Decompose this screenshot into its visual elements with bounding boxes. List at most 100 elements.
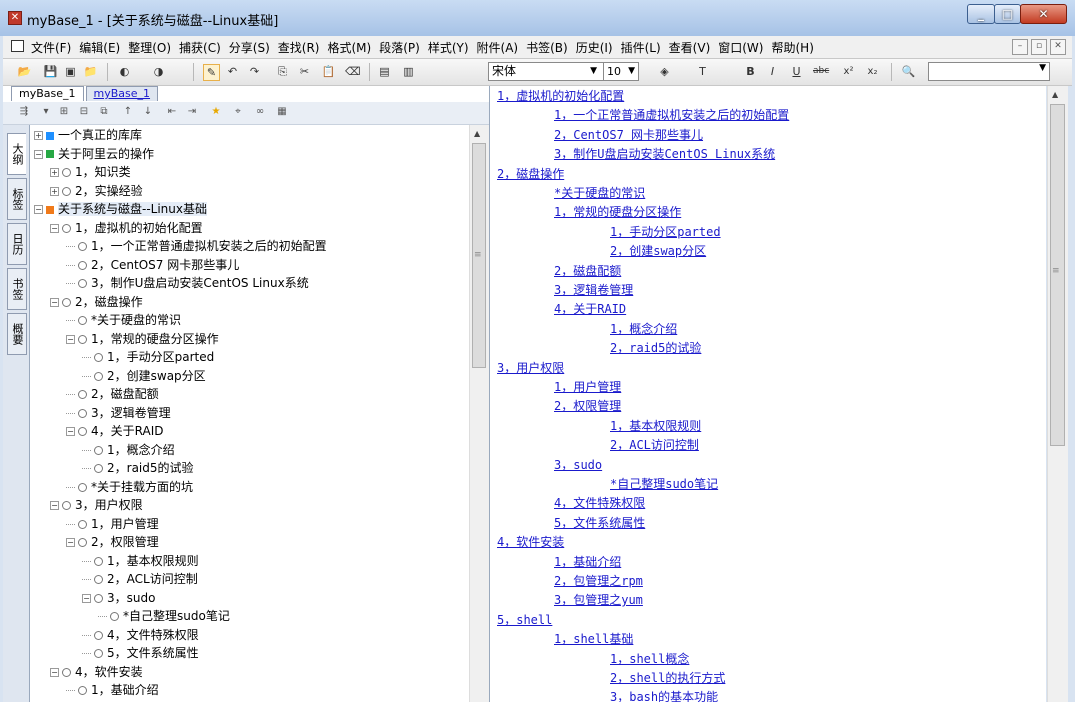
tree-node[interactable]: 4，文件特殊权限 [82, 626, 199, 644]
tree-node[interactable]: − 1，常规的硬盘分区操作 [66, 330, 219, 348]
menu-item[interactable]: 段落(P) [379, 39, 420, 56]
expand-icon[interactable]: + [50, 186, 59, 196]
panel-icon[interactable]: ▥ [401, 64, 416, 79]
side-tab[interactable]: 标签 [7, 178, 27, 220]
tree-node[interactable]: *关于硬盘的常识 [66, 311, 181, 329]
content-link[interactable]: 4，软件安装 [497, 533, 564, 551]
tree-node[interactable]: 1，一个正常普通虚拟机安装之后的初始配置 [66, 237, 327, 255]
side-tab[interactable]: 概要 [7, 313, 27, 355]
italic-icon[interactable]: I [765, 64, 780, 79]
collapse-icon[interactable]: − [82, 593, 91, 603]
tree-node[interactable]: *自己整理sudo笔记 [98, 607, 230, 625]
tree-node[interactable]: 1，基本权限规则 [82, 552, 199, 570]
search-icon[interactable]: 🔍 [901, 64, 916, 79]
edit-pencil-icon[interactable]: ✎ [203, 64, 220, 81]
cut-icon[interactable]: ✂ [297, 64, 312, 79]
tree-node[interactable]: 1，手动分区parted [82, 348, 214, 366]
tree-node[interactable]: 1，基础介绍 [66, 681, 159, 699]
star-icon[interactable]: ★ [209, 105, 223, 119]
tree-node[interactable]: 2，创建swap分区 [82, 367, 206, 385]
paste-icon[interactable]: 📋 [321, 64, 336, 79]
minimize-button[interactable]: _ [967, 4, 995, 24]
content-link[interactable]: 1，虚拟机的初始化配置 [497, 87, 624, 105]
tree-node[interactable]: *关于挂载方面的坑 [66, 478, 193, 496]
copy-icon[interactable]: ⎘ [275, 64, 290, 79]
open-folder-icon[interactable]: 📂 [17, 64, 32, 79]
menu-item[interactable]: 历史(I) [576, 39, 613, 56]
menu-item[interactable]: 捕获(C) [179, 39, 221, 56]
tree-node[interactable]: − 关于系统与磁盘--Linux基础 [34, 200, 207, 218]
collapse-icon[interactable]: − [66, 538, 75, 547]
collapse-icon[interactable]: − [66, 334, 75, 344]
superscript-icon[interactable]: x² [841, 64, 856, 79]
menu-item[interactable]: 书签(B) [526, 39, 568, 56]
content-link[interactable]: 3，制作U盘启动安装CentOS Linux系统 [554, 145, 775, 163]
content-link[interactable]: 2，权限管理 [554, 397, 621, 415]
tree-node[interactable]: − 4，关于RAID [66, 422, 163, 440]
menu-item[interactable]: 附件(A) [477, 39, 519, 56]
tree-node[interactable]: 1，概念介绍 [82, 441, 175, 459]
tree-node[interactable]: 3，制作U盘启动安装CentOS Linux系统 [66, 274, 309, 292]
collapse-icon[interactable]: − [34, 149, 43, 159]
subscript-icon[interactable]: x₂ [865, 64, 880, 79]
tree-node[interactable]: 2，磁盘配额 [66, 385, 159, 403]
content-link[interactable]: 1，概念介绍 [610, 320, 677, 338]
collapse-icon[interactable]: − [34, 205, 43, 214]
underline-icon[interactable]: U [789, 64, 804, 79]
menu-item[interactable]: 窗口(W) [718, 39, 763, 56]
scroll-up-icon[interactable]: ▲ [1052, 90, 1058, 99]
content-link[interactable]: 3，用户权限 [497, 359, 564, 377]
content-link[interactable]: 2，shell的执行方式 [610, 669, 725, 687]
side-tab[interactable]: 书签 [7, 268, 27, 310]
content-link[interactable]: 2，磁盘操作 [497, 165, 564, 183]
tree-node[interactable]: +1，知识类 [50, 163, 131, 181]
mdi-close-button[interactable]: ✕ [1050, 39, 1066, 55]
collapse-icon[interactable]: − [50, 667, 59, 677]
tree-node[interactable]: − 2，磁盘操作 [50, 293, 143, 311]
content-link[interactable]: 3，sudo [554, 456, 602, 474]
move-up-icon[interactable]: ↑ [121, 105, 135, 119]
content-link[interactable]: 4，关于RAID [554, 300, 626, 318]
text-color-icon[interactable]: T [695, 64, 710, 79]
content-link[interactable]: 5，文件系统属性 [554, 514, 645, 532]
content-link[interactable]: 2，CentOS7 网卡那些事儿 [554, 126, 703, 144]
menu-item[interactable]: 整理(O) [128, 39, 171, 56]
eraser-icon[interactable]: ⌫ [345, 64, 361, 79]
close-button[interactable]: ✕ [1020, 4, 1067, 24]
content-link[interactable]: 5，shell [497, 611, 552, 629]
redo-icon[interactable]: ↷ [247, 64, 262, 79]
collapse-icon[interactable]: − [50, 223, 59, 233]
bold-icon[interactable]: B [743, 64, 758, 79]
tree-node[interactable]: 3，逻辑卷管理 [66, 404, 171, 422]
mdi-minimize-button[interactable]: – [1012, 39, 1028, 55]
collapse-icon[interactable]: − [50, 297, 59, 307]
back-icon[interactable]: ◐ [117, 64, 132, 79]
properties-icon[interactable]: ▦ [275, 105, 289, 119]
collapse-icon[interactable]: − [50, 501, 59, 510]
content-link[interactable]: 2，磁盘配额 [554, 262, 621, 280]
content-link[interactable]: 2，raid5的试验 [610, 339, 701, 357]
tree-node[interactable]: 1，用户管理 [66, 515, 159, 533]
content-link[interactable]: 1，手动分区parted [610, 223, 721, 241]
menu-item[interactable]: 编辑(E) [79, 39, 120, 56]
side-tab[interactable]: 日历 [7, 223, 27, 265]
add-sibling-icon[interactable]: ⊟ [77, 105, 91, 119]
content-link[interactable]: 3，逻辑卷管理 [554, 281, 633, 299]
dropdown-icon[interactable]: ▾ [39, 105, 53, 119]
content-link[interactable]: 2，ACL访问控制 [610, 436, 699, 454]
content-link[interactable]: 1，用户管理 [554, 378, 621, 396]
content-link[interactable]: 1，基本权限规则 [610, 417, 701, 435]
layout-icon[interactable]: ▤ [377, 64, 392, 79]
tree-node[interactable]: 2，raid5的试验 [82, 459, 194, 477]
tree-node[interactable]: − 1，虚拟机的初始化配置 [50, 219, 203, 237]
tag-icon[interactable]: ⌖ [231, 105, 245, 119]
menu-item[interactable]: 查看(V) [669, 39, 711, 56]
folder-icon[interactable]: 📁 [83, 64, 98, 79]
tree-scrollbar[interactable]: ▲ ≡ [469, 125, 489, 702]
tree-node[interactable]: 2，CentOS7 网卡那些事儿 [66, 256, 239, 274]
content-link[interactable]: 2，创建swap分区 [610, 242, 706, 260]
menu-item[interactable]: 查找(R) [278, 39, 320, 56]
side-tab[interactable]: 大纲 [7, 133, 26, 175]
highlight-icon[interactable]: ◈ [657, 64, 672, 79]
content-link[interactable]: 1，常规的硬盘分区操作 [554, 203, 681, 221]
